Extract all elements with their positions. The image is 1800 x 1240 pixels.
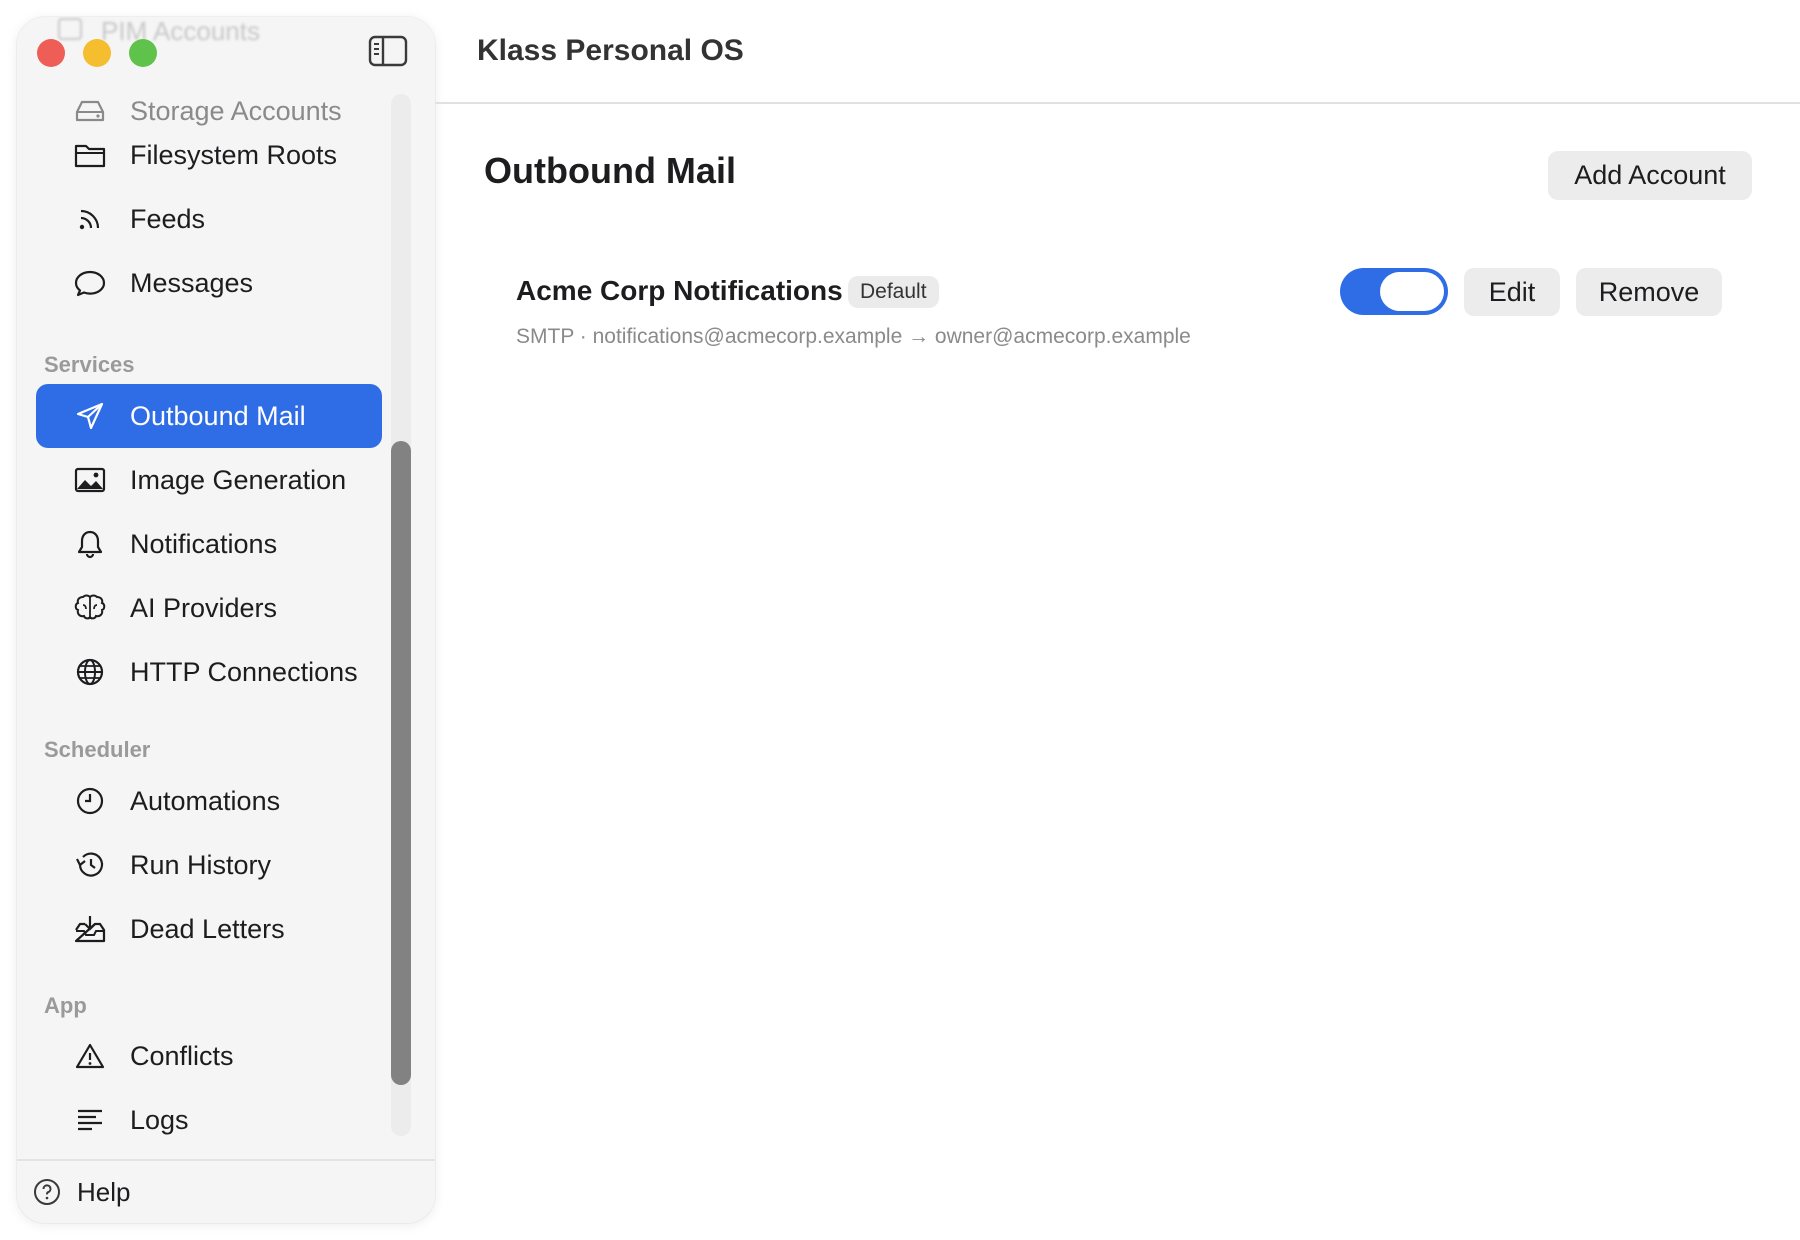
sidebar-item-label: HTTP Connections [130, 656, 358, 687]
section-label-scheduler: Scheduler [44, 737, 151, 762]
remove-account-button[interactable]: Remove [1576, 268, 1722, 316]
sidebar-item-label: Dead Letters [130, 913, 285, 944]
default-badge: Default [848, 276, 939, 308]
section-label-app: App [44, 993, 87, 1018]
sidebar-scrollbar-thumb[interactable] [391, 441, 411, 1085]
sidebar-item-run-history[interactable]: Run History [36, 833, 382, 897]
account-detail: SMTP · notifications@acmecorp.example → … [516, 325, 1191, 348]
close-window-button[interactable] [37, 39, 65, 67]
account-name: Acme Corp Notifications [516, 275, 843, 306]
sidebar-item-logs[interactable]: Logs [36, 1088, 382, 1152]
history-icon [72, 847, 108, 883]
sidebar-item-automations[interactable]: Automations [36, 769, 382, 833]
globe-icon [72, 654, 108, 690]
sidebar-item-label: Outbound Mail [130, 400, 306, 431]
edit-account-button[interactable]: Edit [1464, 268, 1560, 316]
brain-icon [72, 590, 108, 626]
sidebar-item-label: Logs [130, 1104, 189, 1135]
sidebar-item-label: Image Generation [130, 464, 347, 495]
add-account-button[interactable]: Add Account [1548, 151, 1752, 200]
sidebar-item-messages[interactable]: Messages [36, 251, 382, 315]
sidebar-item-label: Run History [130, 849, 272, 880]
clock-icon [72, 783, 108, 819]
text-lines-icon [72, 1102, 108, 1138]
sidebar-item-http-connections[interactable]: HTTP Connections [36, 640, 382, 704]
sidebar-item-image-generation[interactable]: Image Generation [36, 448, 382, 512]
sidebar-item-label: Notifications [130, 528, 278, 559]
account-enabled-toggle[interactable] [1340, 268, 1448, 315]
zoom-window-button[interactable] [129, 39, 157, 67]
help-label: Help [77, 1176, 131, 1207]
sidebar-item-label: Automations [130, 785, 281, 816]
toggle-knob [1380, 272, 1444, 311]
sidebar-item-label: Filesystem Roots [130, 139, 338, 170]
sidebar-item-dead-letters[interactable]: Dead Letters [36, 897, 382, 961]
sidebar-item-outbound-mail[interactable]: Outbound Mail [36, 384, 382, 448]
chat-bubble-icon [72, 265, 108, 301]
page-title: Outbound Mail [484, 150, 736, 191]
sidebar-item-ai-providers[interactable]: AI Providers [36, 576, 382, 640]
titlebar: Klass Personal OS [435, 0, 1800, 104]
app-window: PIM Accounts Storage Accounts Filesystem… [0, 0, 1800, 1240]
sidebar-item-label: AI Providers [130, 592, 278, 623]
bell-icon [72, 526, 108, 562]
sidebar-toggle-icon[interactable] [368, 35, 408, 72]
window-controls [37, 39, 157, 67]
image-icon [72, 462, 108, 498]
sidebar-item-label: Messages [130, 267, 254, 298]
sidebar-item-label: Feeds [130, 203, 206, 234]
folder-icon [72, 137, 108, 173]
sidebar-item-conflicts[interactable]: Conflicts [36, 1024, 382, 1088]
section-label-services: Services [44, 352, 135, 377]
minimize-window-button[interactable] [83, 39, 111, 67]
question-circle-icon [33, 1178, 61, 1206]
tray-download-icon [72, 911, 108, 947]
help-button[interactable]: Help [17, 1159, 435, 1223]
sidebar-item-feeds[interactable]: Feeds [36, 187, 382, 251]
warning-triangle-icon [72, 1038, 108, 1074]
paper-plane-icon [72, 398, 108, 434]
sidebar-item-label: Storage Accounts [130, 95, 342, 126]
rss-icon [72, 201, 108, 237]
sidebar: PIM Accounts Storage Accounts Filesystem… [17, 17, 435, 1223]
sidebar-item-label: Conflicts [130, 1040, 234, 1071]
app-title: Klass Personal OS [477, 34, 744, 67]
sidebar-item-filesystem-roots[interactable]: Filesystem Roots [36, 123, 382, 187]
sidebar-item-notifications[interactable]: Notifications [36, 512, 382, 576]
